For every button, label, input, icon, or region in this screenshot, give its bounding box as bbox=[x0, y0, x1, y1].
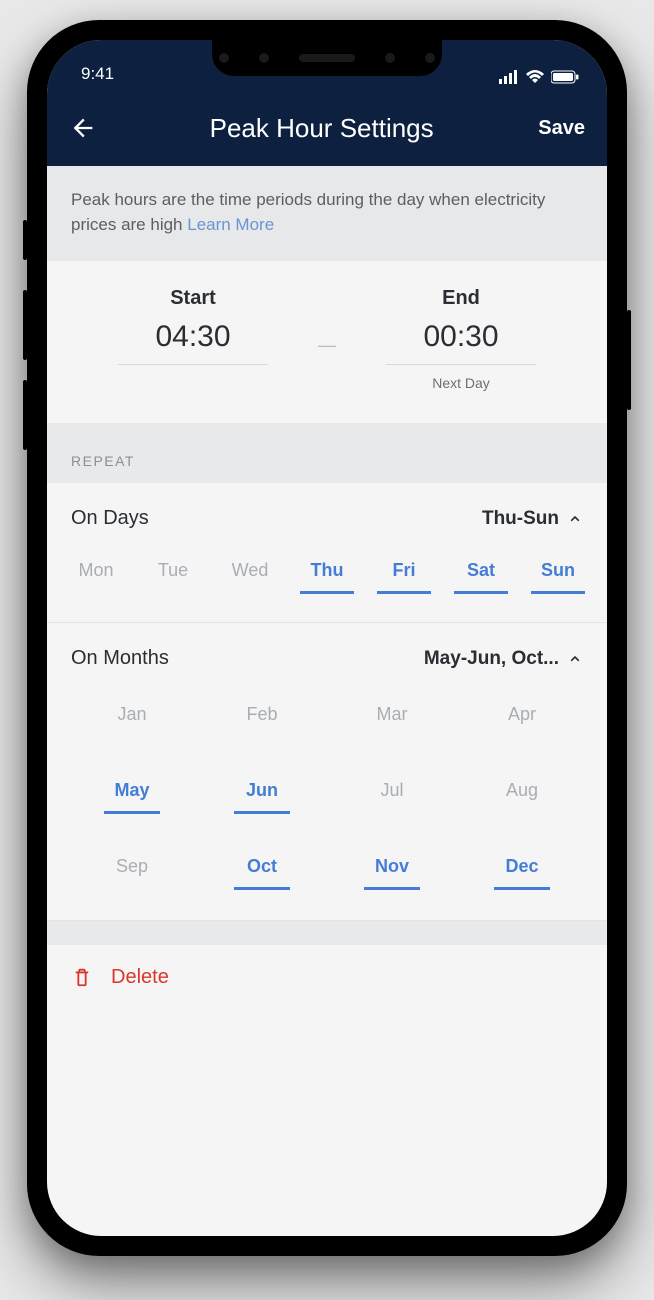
trash-icon bbox=[71, 965, 93, 989]
day-tue[interactable]: Tue bbox=[146, 554, 200, 594]
days-row-header[interactable]: On Days Thu-Sun bbox=[47, 483, 607, 554]
phone-frame: 9:41 Peak Hour Settings Save Peak hours … bbox=[27, 20, 627, 1256]
screen: 9:41 Peak Hour Settings Save Peak hours … bbox=[47, 40, 607, 1236]
days-summary: Thu-Sun bbox=[482, 508, 559, 530]
chevron-up-icon bbox=[567, 511, 583, 527]
start-label: Start bbox=[71, 287, 315, 310]
repeat-section-header: REPEAT bbox=[47, 423, 607, 483]
status-time: 9:41 bbox=[81, 64, 114, 84]
month-jun[interactable]: Jun bbox=[234, 774, 290, 814]
month-apr[interactable]: Apr bbox=[494, 698, 550, 738]
month-dec[interactable]: Dec bbox=[494, 850, 550, 890]
end-sub: Next Day bbox=[339, 375, 583, 391]
status-icons bbox=[499, 70, 579, 84]
month-sep[interactable]: Sep bbox=[104, 850, 160, 890]
day-fri[interactable]: Fri bbox=[377, 554, 431, 594]
start-value: 04:30 bbox=[118, 320, 268, 365]
month-aug[interactable]: Aug bbox=[494, 774, 550, 814]
month-nov[interactable]: Nov bbox=[364, 850, 420, 890]
delete-label: Delete bbox=[111, 966, 169, 989]
days-label: On Days bbox=[71, 507, 149, 530]
months-row: On Months May-Jun, Oct... Jan Feb Mar Apr Ma… bbox=[47, 623, 607, 921]
month-may[interactable]: May bbox=[104, 774, 160, 814]
battery-icon bbox=[551, 70, 579, 84]
back-arrow-icon bbox=[69, 114, 97, 142]
day-mon[interactable]: Mon bbox=[69, 554, 123, 594]
end-label: End bbox=[339, 287, 583, 310]
month-mar[interactable]: Mar bbox=[364, 698, 420, 738]
app-header: Peak Hour Settings Save bbox=[47, 90, 607, 166]
time-dash: — bbox=[315, 287, 339, 356]
day-sat[interactable]: Sat bbox=[454, 554, 508, 594]
months-label: On Months bbox=[71, 647, 169, 670]
month-jul[interactable]: Jul bbox=[364, 774, 420, 814]
chevron-up-icon bbox=[567, 651, 583, 667]
month-oct[interactable]: Oct bbox=[234, 850, 290, 890]
days-row: On Days Thu-Sun Mon Tue Wed Thu Fri Sat Sun bbox=[47, 483, 607, 623]
time-range: Start 04:30 — End 00:30 Next Day bbox=[47, 261, 607, 423]
cellular-icon bbox=[499, 70, 519, 84]
day-thu[interactable]: Thu bbox=[300, 554, 354, 594]
back-button[interactable] bbox=[69, 114, 105, 142]
spacer bbox=[47, 921, 607, 945]
info-text: Peak hours are the time periods during t… bbox=[71, 190, 545, 234]
end-value: 00:30 bbox=[386, 320, 536, 365]
month-feb[interactable]: Feb bbox=[234, 698, 290, 738]
months-row-header[interactable]: On Months May-Jun, Oct... bbox=[47, 623, 607, 694]
delete-button[interactable]: Delete bbox=[47, 945, 607, 1015]
days-picker: Mon Tue Wed Thu Fri Sat Sun bbox=[47, 554, 607, 622]
save-button[interactable]: Save bbox=[538, 117, 585, 140]
page-title: Peak Hour Settings bbox=[105, 113, 538, 144]
day-sun[interactable]: Sun bbox=[531, 554, 585, 594]
notch bbox=[212, 40, 442, 76]
wifi-icon bbox=[525, 70, 545, 84]
learn-more-link[interactable]: Learn More bbox=[187, 215, 274, 234]
end-time[interactable]: End 00:30 Next Day bbox=[339, 287, 583, 391]
months-summary: May-Jun, Oct... bbox=[424, 648, 559, 670]
day-wed[interactable]: Wed bbox=[223, 554, 277, 594]
start-time[interactable]: Start 04:30 bbox=[71, 287, 315, 365]
months-picker: Jan Feb Mar Apr May Jun Jul Aug Sep Oct Nov Dec bbox=[47, 694, 607, 920]
month-jan[interactable]: Jan bbox=[104, 698, 160, 738]
info-banner: Peak hours are the time periods during t… bbox=[47, 166, 607, 261]
